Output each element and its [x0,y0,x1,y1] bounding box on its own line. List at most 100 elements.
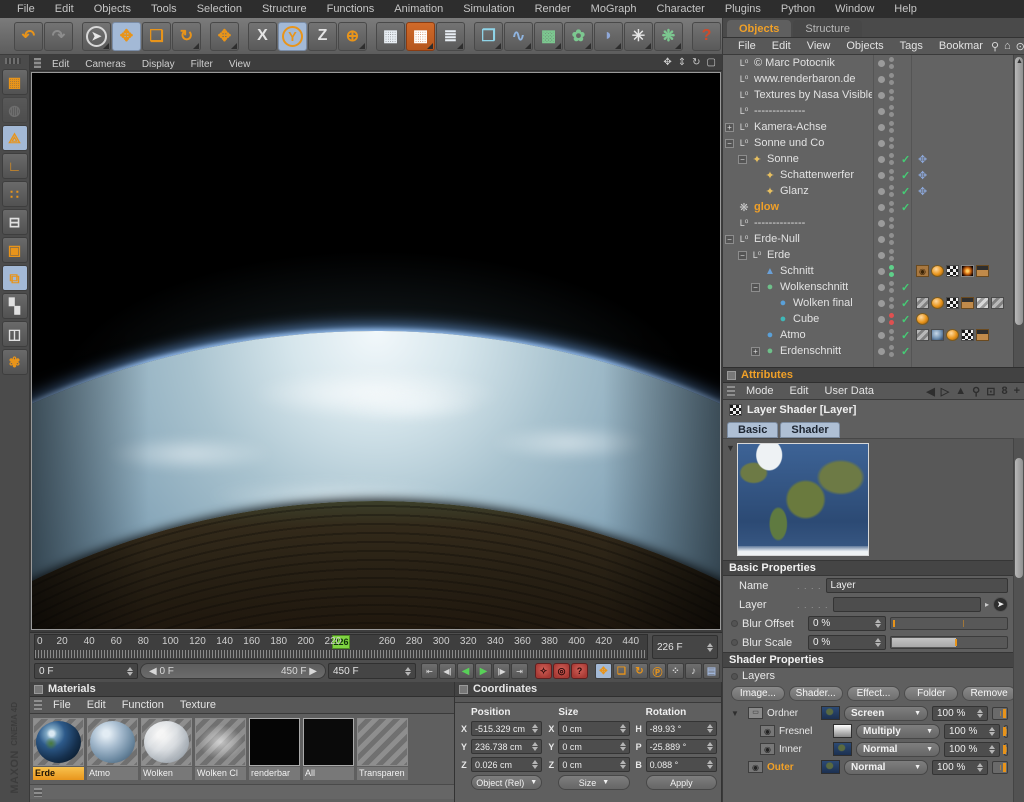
redo-button[interactable]: ↷ [44,22,73,51]
position-mode-dropdown[interactable]: Object (Rel)▼ [471,775,542,790]
visibility-dots[interactable] [889,73,897,85]
undo-button[interactable]: ↶ [14,22,43,51]
history-icon[interactable]: 8 [1001,385,1007,397]
range-start-field[interactable]: 0 F [34,663,138,679]
layer-color-dot[interactable] [878,316,885,323]
checker-tag-icon[interactable] [961,329,974,341]
coordinate-stepper[interactable] [532,760,538,769]
layer-color-dot[interactable] [878,124,885,131]
add-deformer-button[interactable]: ✿ [564,22,593,51]
layer-opacity-slider[interactable] [992,761,1008,774]
material-thumbnail[interactable] [303,718,354,766]
object-label[interactable]: Erdenschnitt [780,345,841,357]
object-label[interactable]: Schattenwerfer [780,169,854,181]
next-key-button[interactable]: |▶ [493,663,510,679]
blur-scale-field[interactable]: 0 % [808,635,886,650]
add-panel-icon[interactable]: + [1014,385,1020,397]
menu-objects[interactable]: Objects [85,1,140,17]
materials-menu-texture[interactable]: Texture [172,698,224,712]
enable-check-icon[interactable]: ✓ [901,297,914,310]
layer-twirl-icon[interactable]: ▼ [731,709,740,718]
material-all[interactable]: All [303,718,354,780]
viewport-menu-view[interactable]: View [221,58,259,71]
timeline-ruler[interactable]: 226 020406080100120140160180200220260280… [34,634,648,660]
clapper-tag-icon[interactable] [976,329,989,341]
menu-selection[interactable]: Selection [188,1,251,17]
glass-tag-icon[interactable] [976,297,989,309]
object-label[interactable]: Schnitt [780,265,814,277]
compose-tag-icon[interactable] [916,265,929,277]
stripe-tag-icon[interactable] [916,329,929,341]
key-rotation-toggle[interactable]: ↻ [631,663,648,679]
collapse-icon[interactable]: − [751,283,760,292]
enable-check-icon[interactable]: ✓ [901,281,914,294]
range-end-stepper[interactable] [405,667,411,676]
lock-y-axis-button[interactable]: Y [278,22,307,51]
material-thumbnail[interactable] [249,718,300,766]
shader-layer-row[interactable]: FresnelMultiply▼100 % [723,722,1024,740]
layer-color-dot[interactable] [878,284,885,291]
material-renderbaron[interactable]: renderbar [249,718,300,780]
live-selection-button[interactable]: ➤ [82,22,111,51]
material-thumbnail[interactable] [195,718,246,766]
layer-opacity-field[interactable]: 100 % [932,760,988,775]
menu-plugins[interactable]: Plugins [716,1,770,17]
menu-character[interactable]: Character [648,1,714,17]
visibility-dots[interactable] [889,345,897,357]
layer-thumbnail[interactable] [833,724,852,738]
material-wolken[interactable]: Wolken [141,718,192,780]
coordinate-stepper[interactable] [707,742,713,751]
layer-color-dot[interactable] [878,156,885,163]
layer-color-dot[interactable] [878,92,885,99]
object-label[interactable]: Glanz [780,185,809,197]
make-editable-button[interactable]: ▦ [2,69,28,95]
animation-dot[interactable] [731,639,738,646]
texture-mode-button[interactable]: ▚ [2,293,28,319]
coordinate-stepper[interactable] [532,724,538,733]
layer-picker-button[interactable]: ➤ [993,597,1008,612]
layer-opacity-slider[interactable] [1004,743,1008,756]
layer-color-dot[interactable] [878,300,885,307]
object-label[interactable]: Erde-Null [754,233,800,245]
menu-structure[interactable]: Structure [253,1,316,17]
remove-button[interactable]: Remove [962,686,1016,701]
expression-tag-icon[interactable]: ✥ [918,169,927,182]
viewport-grip[interactable] [34,58,41,68]
statusbar-grip[interactable] [34,788,42,797]
blur-scale-slider[interactable] [890,636,1008,649]
viewport-rotate-icon[interactable]: ↻ [692,57,700,68]
object-label[interactable]: Sonne [767,153,799,165]
coordinate-stepper[interactable] [707,760,713,769]
smooth-tag-icon[interactable] [916,313,929,325]
visibility-dots[interactable] [889,137,897,149]
viewport-menu-cameras[interactable]: Cameras [77,58,134,71]
polygon-mode-button[interactable]: ▣ [2,237,28,263]
collapse-icon[interactable]: − [725,235,734,244]
coordinate-field-h[interactable]: -89.93 ° [646,721,717,736]
coordinate-stepper[interactable] [532,742,538,751]
blur-scale-stepper[interactable] [875,638,881,647]
rotate-tool-button[interactable]: ↻ [172,22,201,51]
viewport-menu-edit[interactable]: Edit [44,58,77,71]
enable-check-icon[interactable]: ✓ [901,201,914,214]
record-keyframe-button[interactable]: ✧ [535,663,552,679]
render-view-button[interactable]: ▦ [376,22,405,51]
objects-menu-objects[interactable]: Objects [838,39,891,53]
menu-render[interactable]: Render [526,1,580,17]
material-thumbnail[interactable] [357,718,408,766]
tree-row[interactable]: ✦Glanz✓✥ [723,183,1024,199]
panel-icon[interactable] [459,685,468,694]
objects-menu-bookmar[interactable]: Bookmar [931,39,991,53]
shader-layer-row[interactable]: OuterNormal▼100 % [723,758,1024,776]
key-parameter-toggle[interactable]: Ⓟ [649,663,666,679]
manager-tab-objects[interactable]: Objects [727,20,791,37]
layer-field[interactable] [833,597,981,612]
tab-basic[interactable]: Basic [727,422,778,438]
play-forward-button[interactable]: ▶ [475,663,492,679]
visibility-dots[interactable] [889,185,897,197]
blend-mode-dropdown[interactable]: Normal▼ [856,742,940,757]
preview-range-slider[interactable]: ◀ 0 F 450 F ▶ [140,663,326,679]
object-label[interactable]: Erde [767,249,790,261]
menu-window[interactable]: Window [826,1,883,17]
record-options-button[interactable]: ? [571,663,588,679]
